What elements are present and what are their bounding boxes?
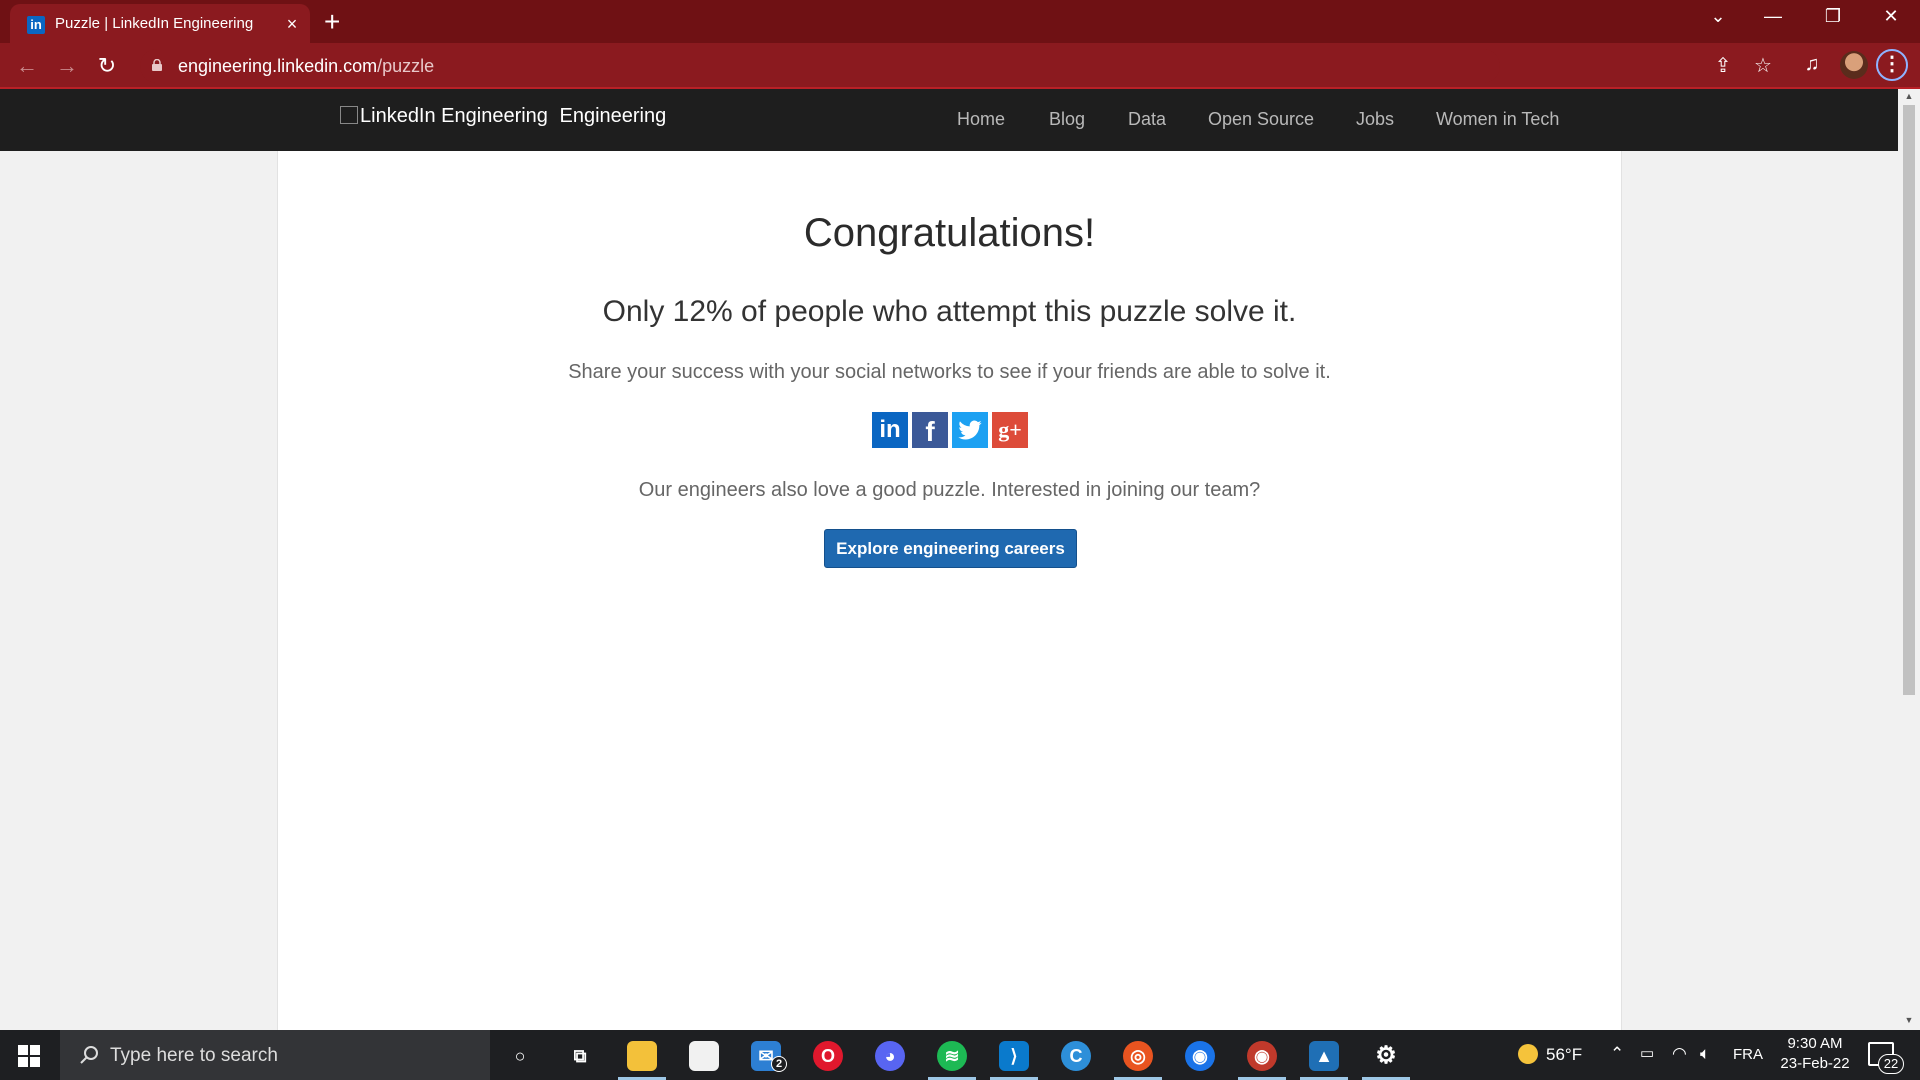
google-plus-share-icon[interactable]: g+ — [992, 412, 1028, 448]
twitter-bird-icon — [958, 420, 982, 440]
windows-taskbar: Type here to search ○ ⧉ ✉ 2 O ◕ ≋ ⟩ C ◎ … — [0, 1030, 1920, 1080]
facebook-share-icon[interactable]: f — [912, 412, 948, 448]
restore-window-button[interactable]: ❐ — [1810, 6, 1856, 27]
bookmark-star-icon[interactable]: ☆ — [1748, 53, 1778, 78]
weather-sun-icon — [1518, 1044, 1538, 1064]
taskbar-search-box[interactable]: Type here to search — [60, 1030, 490, 1080]
lock-icon[interactable] — [152, 59, 162, 71]
linkedin-favicon-icon: in — [27, 16, 45, 34]
close-window-button[interactable]: ✕ — [1868, 6, 1914, 27]
browser-toolbar: ← → ↻ engineering.linkedin.com/puzzle ⇪ … — [0, 43, 1920, 89]
explore-careers-button[interactable]: Explore engineering careers — [824, 529, 1077, 568]
weather-temperature: 56°F — [1546, 1045, 1583, 1064]
solve-rate-subheading: Only 12% of people who attempt this puzz… — [602, 295, 1297, 328]
linkedin-share-icon[interactable]: in — [872, 412, 908, 448]
profile-avatar[interactable] — [1840, 51, 1868, 79]
careers-prompt: Our engineers also love a good puzzle. I… — [638, 479, 1261, 501]
ubuntu-icon[interactable]: ◎ — [1123, 1041, 1153, 1071]
battery-icon[interactable]: ▭ — [1640, 1044, 1654, 1062]
windows-start-icon[interactable] — [18, 1045, 40, 1067]
site-header: LinkedIn Engineering Engineering Home Bl… — [0, 89, 1898, 151]
browser-menu-icon[interactable]: ⋮ — [1876, 49, 1908, 81]
taskbar-clock[interactable]: 9:30 AM 23-Feb-22 — [1775, 1034, 1855, 1074]
show-hidden-icons-icon[interactable]: ⌃ — [1610, 1044, 1624, 1064]
scroll-up-arrow-icon[interactable]: ▲ — [1904, 91, 1914, 101]
url-host: engineering.linkedin.com — [178, 56, 378, 76]
close-tab-icon[interactable]: × — [281, 13, 303, 35]
nav-data[interactable]: Data — [1128, 109, 1166, 130]
share-prompt: Share your success with your social netw… — [568, 361, 1331, 383]
reload-icon[interactable]: ↻ — [94, 53, 120, 79]
input-language[interactable]: FRA — [1733, 1046, 1763, 1063]
main-content: Congratulations! Only 12% of people who … — [277, 151, 1622, 1030]
task-view-icon[interactable]: ⧉ — [565, 1041, 595, 1071]
broken-image-icon — [340, 106, 358, 124]
scrollbar-thumb[interactable] — [1903, 105, 1915, 695]
weather-widget[interactable]: 56°F — [1518, 1044, 1582, 1065]
new-tab-button[interactable]: + — [324, 6, 340, 38]
congratulations-heading: Congratulations! — [803, 211, 1096, 255]
search-placeholder: Type here to search — [110, 1045, 278, 1066]
volume-icon[interactable]: 🔈︎ — [1700, 1044, 1710, 1064]
opera-icon[interactable]: O — [813, 1041, 843, 1071]
forward-icon[interactable]: → — [54, 53, 80, 79]
address-bar[interactable]: engineering.linkedin.com/puzzle — [140, 49, 1500, 83]
nav-women-in-tech[interactable]: Women in Tech — [1436, 109, 1559, 130]
clock-time: 9:30 AM — [1787, 1035, 1843, 1052]
browser-tab-active[interactable]: in Puzzle | LinkedIn Engineering × — [10, 4, 310, 43]
tab-search-icon[interactable]: ⌄ — [1695, 6, 1741, 27]
back-icon[interactable]: ← — [14, 53, 40, 79]
browser-tab-bar: in Puzzle | LinkedIn Engineering × + ⌄ —… — [0, 0, 1920, 43]
cortana-icon[interactable]: ○ — [505, 1041, 535, 1071]
canva-icon[interactable]: C — [1061, 1041, 1091, 1071]
vscode-icon[interactable]: ⟩ — [999, 1041, 1029, 1071]
photos-icon[interactable]: ▲ — [1309, 1041, 1339, 1071]
wifi-icon[interactable]: ◠ — [1672, 1044, 1687, 1064]
clock-date: 23-Feb-22 — [1780, 1055, 1850, 1072]
mail-badge: 2 — [771, 1056, 787, 1072]
chrome-icon[interactable]: ◉ — [1185, 1041, 1215, 1071]
url-path: /puzzle — [377, 56, 435, 76]
twitter-share-icon[interactable] — [952, 412, 988, 448]
scroll-down-arrow-icon[interactable]: ▼ — [1904, 1015, 1914, 1025]
search-icon — [80, 1046, 98, 1064]
settings-gear-icon[interactable]: ⚙ — [1371, 1041, 1401, 1071]
logo-label: Engineering — [559, 105, 667, 127]
nav-blog[interactable]: Blog — [1049, 109, 1085, 130]
nav-open-source[interactable]: Open Source — [1208, 109, 1314, 130]
url-text[interactable]: engineering.linkedin.com/puzzle — [178, 56, 434, 77]
logo-alt-text: LinkedIn Engineering — [360, 105, 548, 127]
notification-count-badge: 22 — [1878, 1054, 1904, 1074]
media-control-icon[interactable]: ♫ — [1797, 53, 1827, 76]
microsoft-store-icon[interactable] — [689, 1041, 719, 1071]
site-logo[interactable]: LinkedIn Engineering Engineering — [340, 105, 666, 128]
tab-title: Puzzle | LinkedIn Engineering — [55, 15, 254, 32]
chrome-profile-icon[interactable]: ◉ — [1247, 1041, 1277, 1071]
file-explorer-icon[interactable] — [627, 1041, 657, 1071]
spotify-icon[interactable]: ≋ — [937, 1041, 967, 1071]
nav-jobs[interactable]: Jobs — [1356, 109, 1394, 130]
nav-home[interactable]: Home — [957, 109, 1005, 130]
discord-icon[interactable]: ◕ — [875, 1041, 905, 1071]
minimize-window-button[interactable]: — — [1750, 6, 1796, 27]
page-scrollbar[interactable]: ▲ ▼ — [1898, 89, 1920, 1030]
share-icon[interactable]: ⇪ — [1708, 53, 1738, 78]
